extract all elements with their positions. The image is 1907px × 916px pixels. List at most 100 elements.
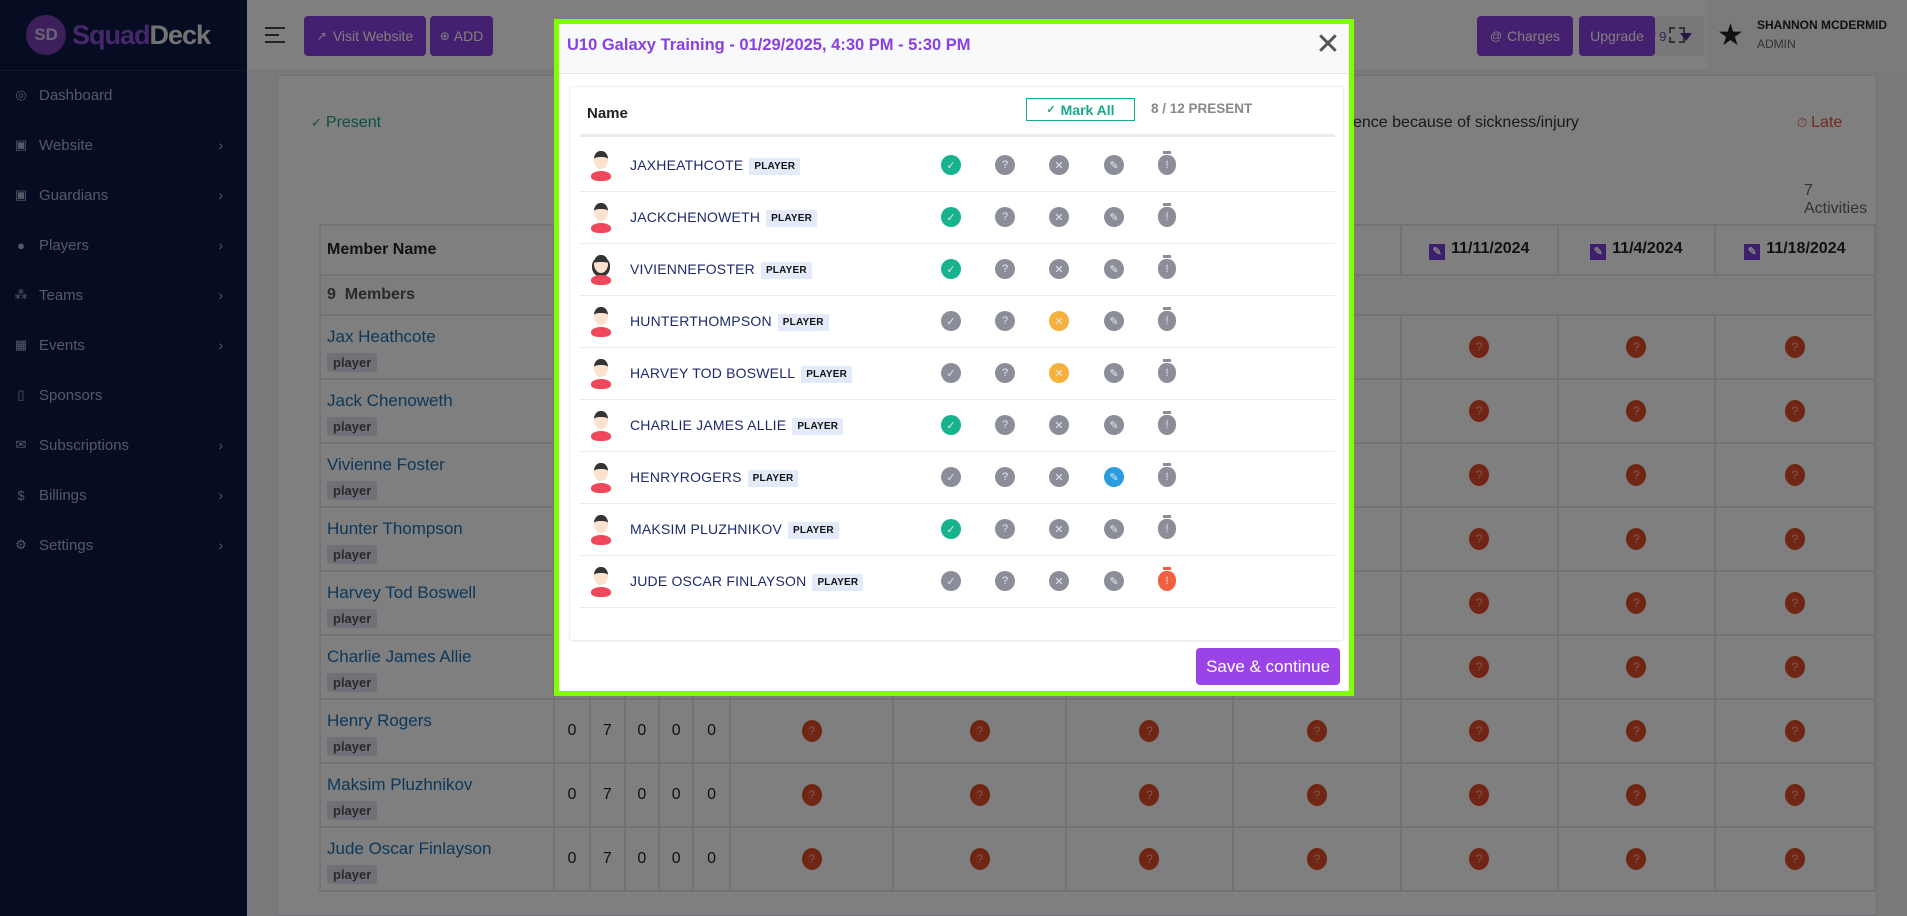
player-avatar [590,359,612,393]
player-name-text: JAXHEATHCOTE [630,157,744,173]
name-column-header: Name [587,105,628,122]
unknown-question-icon[interactable]: ? [995,571,1015,591]
absent-x-icon[interactable]: ✕ [1049,519,1069,539]
excused-edit-icon[interactable]: ✎ [1104,259,1124,279]
absent-x-icon[interactable]: ✕ [1049,155,1069,175]
player-name: MAKSIM PLUZHNIKOV PLAYER [630,521,839,539]
check-icon: ✓ [1046,104,1056,116]
player-row: CHARLIE JAMES ALLIE PLAYER ✓? ✕ ✎! [580,400,1335,452]
player-row: HARVEY TOD BOSWELL PLAYER ✓? ✕ ✎! [580,348,1335,400]
player-role-badge: PLAYER [787,522,839,539]
player-name: CHARLIE JAMES ALLIE PLAYER [630,417,844,435]
player-row: JACKCHENOWETH PLAYER ✓? ✕ ✎! [580,192,1335,244]
late-timer-icon[interactable]: ! [1158,567,1176,591]
player-name: JACKCHENOWETH PLAYER [630,209,818,227]
absent-x-icon[interactable]: ✕ [1049,363,1069,383]
player-row: MAKSIM PLUZHNIKOV PLAYER ✓? ✕ ✎! [580,504,1335,556]
present-count: 8 / 12 PRESENT [1151,101,1253,116]
mark-all-button[interactable]: ✓ Mark All [1026,98,1135,121]
absent-x-icon[interactable]: ✕ [1049,415,1069,435]
excused-edit-icon[interactable]: ✎ [1104,363,1124,383]
present-check-icon[interactable]: ✓ [941,259,961,279]
unknown-question-icon[interactable]: ? [995,467,1015,487]
excused-edit-icon[interactable]: ✎ [1104,207,1124,227]
player-name-text: VIVIENNEFOSTER [630,261,755,277]
unknown-question-icon[interactable]: ? [995,363,1015,383]
late-timer-icon[interactable]: ! [1158,255,1176,279]
present-check-icon[interactable]: ✓ [941,519,961,539]
late-timer-icon[interactable]: ! [1158,307,1176,331]
excused-edit-icon[interactable]: ✎ [1104,519,1124,539]
late-timer-icon[interactable]: ! [1158,411,1176,435]
unknown-question-icon[interactable]: ? [995,519,1015,539]
player-name-text: HARVEY TOD BOSWELL [630,365,796,381]
late-timer-icon[interactable]: ! [1158,151,1176,175]
absent-x-icon[interactable]: ✕ [1049,259,1069,279]
player-role-badge: PLAYER [792,418,844,435]
present-check-icon[interactable]: ✓ [941,155,961,175]
player-role-badge: PLAYER [801,366,853,383]
player-name: HARVEY TOD BOSWELL PLAYER [630,365,853,383]
player-avatar [590,515,612,549]
player-name: HENRYROGERS PLAYER [630,469,799,487]
player-avatar [590,203,612,237]
absent-x-icon[interactable]: ✕ [1049,467,1069,487]
present-check-icon[interactable]: ✓ [941,467,961,487]
player-role-badge: PLAYER [749,158,801,175]
player-role-badge: PLAYER [760,262,812,279]
unknown-question-icon[interactable]: ? [995,311,1015,331]
player-name-text: HENRYROGERS [630,469,742,485]
player-row: JUDE OSCAR FINLAYSON PLAYER ✓? ✕ ✎! [580,556,1335,608]
late-timer-icon[interactable]: ! [1158,359,1176,383]
player-role-badge: PLAYER [766,210,818,227]
unknown-question-icon[interactable]: ? [995,259,1015,279]
late-timer-icon[interactable]: ! [1158,203,1176,227]
absent-x-icon[interactable]: ✕ [1049,207,1069,227]
player-name: JAXHEATHCOTE PLAYER [630,157,801,175]
excused-edit-icon[interactable]: ✎ [1104,155,1124,175]
present-check-icon[interactable]: ✓ [941,571,961,591]
player-row: JAXHEATHCOTE PLAYER ✓? ✕ ✎! [580,140,1335,192]
excused-edit-icon[interactable]: ✎ [1104,311,1124,331]
excused-edit-icon[interactable]: ✎ [1104,467,1124,487]
player-name-text: MAKSIM PLUZHNIKOV [630,521,782,537]
excused-edit-icon[interactable]: ✎ [1104,415,1124,435]
mark-all-label: Mark All [1060,101,1115,118]
player-role-badge: PLAYER [777,314,829,331]
player-avatar [590,567,612,601]
player-avatar [590,307,612,341]
player-row: HUNTERTHOMPSON PLAYER ✓? ✕ ✎! [580,296,1335,348]
attendance-modal: U10 Galaxy Training - 01/29/2025, 4:30 P… [554,19,1354,696]
excused-edit-icon[interactable]: ✎ [1104,571,1124,591]
player-role-badge: PLAYER [812,574,864,591]
player-name: HUNTERTHOMPSON PLAYER [630,313,829,331]
player-role-badge: PLAYER [747,470,799,487]
list-header: Name ✓ Mark All 8 / 12 PRESENT [580,87,1335,137]
present-check-icon[interactable]: ✓ [941,207,961,227]
present-check-icon[interactable]: ✓ [941,415,961,435]
player-name: VIVIENNEFOSTER PLAYER [630,261,812,279]
player-avatar [590,463,612,497]
player-row: HENRYROGERS PLAYER ✓? ✕ ✎! [580,452,1335,504]
attendance-list-card: Name ✓ Mark All 8 / 12 PRESENT JAXHEATHC… [569,86,1344,641]
player-row: VIVIENNEFOSTER PLAYER ✓? ✕ ✎! [580,244,1335,296]
player-name-text: JUDE OSCAR FINLAYSON [630,573,807,589]
close-icon[interactable]: ✕ [1315,30,1341,60]
modal-header: U10 Galaxy Training - 01/29/2025, 4:30 P… [559,24,1349,74]
player-name-text: CHARLIE JAMES ALLIE [630,417,787,433]
player-name: JUDE OSCAR FINLAYSON PLAYER [630,573,864,591]
late-timer-icon[interactable]: ! [1158,515,1176,539]
late-timer-icon[interactable]: ! [1158,463,1176,487]
absent-x-icon[interactable]: ✕ [1049,571,1069,591]
present-check-icon[interactable]: ✓ [941,311,961,331]
save-continue-button[interactable]: Save & continue [1196,648,1340,685]
player-name-text: HUNTERTHOMPSON [630,313,772,329]
player-avatar [590,255,612,289]
unknown-question-icon[interactable]: ? [995,207,1015,227]
unknown-question-icon[interactable]: ? [995,415,1015,435]
player-avatar [590,411,612,445]
unknown-question-icon[interactable]: ? [995,155,1015,175]
player-avatar [590,151,612,185]
absent-x-icon[interactable]: ✕ [1049,311,1069,331]
present-check-icon[interactable]: ✓ [941,363,961,383]
